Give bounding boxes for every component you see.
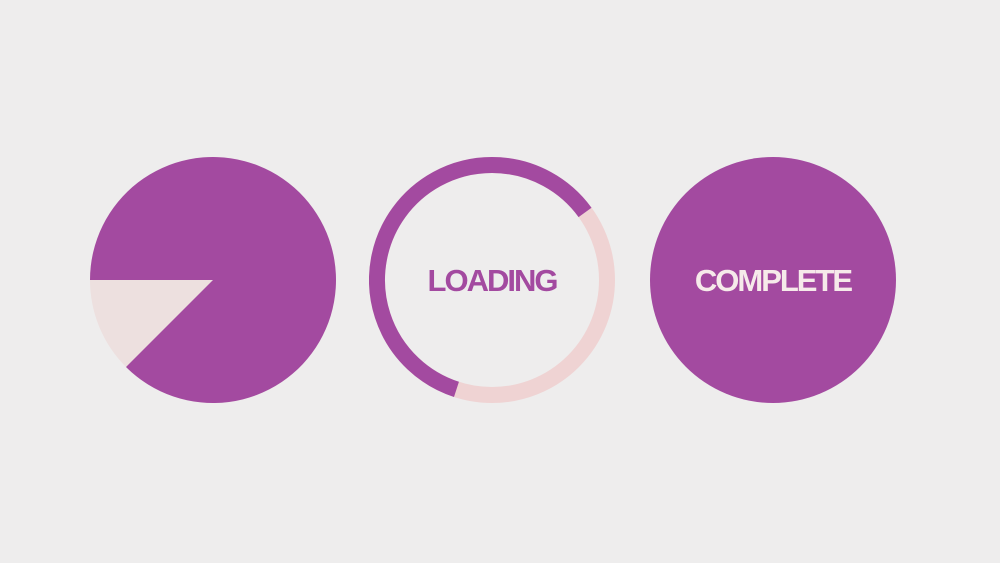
- loading-states-canvas: LOADING COMPLETE: [0, 0, 1000, 563]
- complete-indicator: COMPLETE: [650, 157, 896, 403]
- loading-label: LOADING: [428, 263, 558, 298]
- complete-label: COMPLETE: [695, 263, 853, 298]
- ring-progress-graphic: LOADING: [369, 157, 615, 403]
- ring-progress-indicator: LOADING: [369, 157, 615, 403]
- pie-progress-indicator: [90, 157, 336, 403]
- pie-progress-graphic: [90, 157, 336, 403]
- pie-progress-slice: [90, 157, 336, 403]
- complete-badge-graphic: COMPLETE: [650, 157, 896, 403]
